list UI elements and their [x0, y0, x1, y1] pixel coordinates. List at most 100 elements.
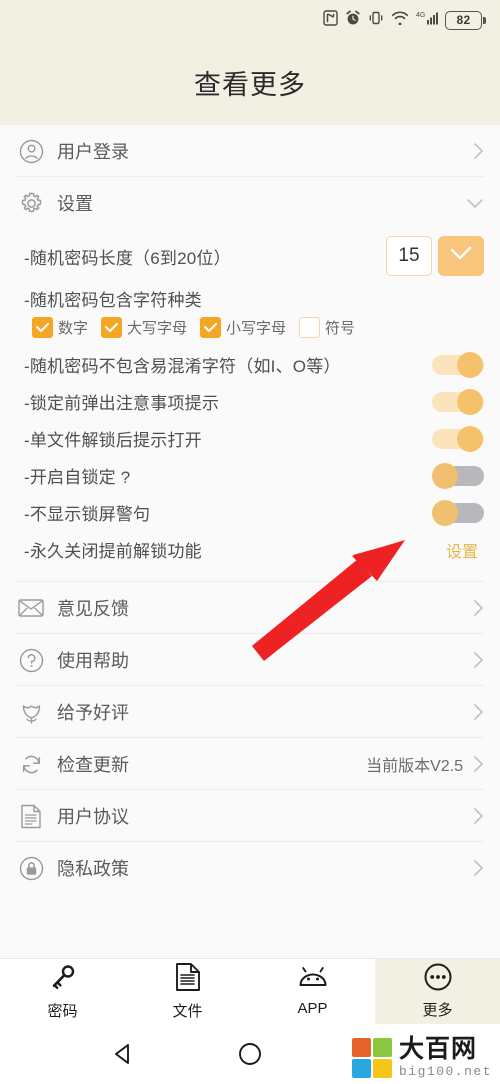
- page-title: 查看更多: [194, 70, 306, 100]
- permanent-disable-action-link[interactable]: 设置: [446, 538, 478, 562]
- nav-tab-more[interactable]: 更多: [375, 959, 500, 1024]
- settings-list: 用户登录 设置 -随机密码长度（6到20位） 15 -随机密码包含字符种类 数字…: [0, 125, 500, 958]
- password-length-label: -随机密码长度（6到20位）: [24, 248, 231, 268]
- watermark-text: 大百网 big100.net: [398, 1035, 492, 1079]
- nav-tab-app[interactable]: APP: [250, 959, 375, 1024]
- group-gap: [0, 568, 500, 575]
- refresh-icon: [16, 749, 46, 779]
- nav-tab-label: 更多: [422, 1002, 453, 1019]
- row-user-agreement[interactable]: 用户协议: [0, 790, 500, 842]
- chevron-right-icon: [473, 755, 484, 773]
- signal-4g-icon: 4G: [416, 10, 438, 31]
- toggle-label: -开启自锁定 ?: [24, 468, 131, 487]
- watermark-title: 大百网: [398, 1035, 477, 1063]
- password-length-confirm-button[interactable]: [438, 236, 484, 276]
- vibrate-icon: [368, 10, 384, 31]
- checkbox-item-uppercase[interactable]: 大写字母: [101, 317, 187, 338]
- row-no-ambiguous-chars: -随机密码不包含易混淆字符（如I、O等）: [0, 346, 500, 383]
- checkbox-box[interactable]: [299, 317, 321, 338]
- checkbox-label: 数字: [58, 320, 89, 337]
- question-circle-icon: [16, 645, 46, 675]
- check-icon: [35, 322, 50, 333]
- home-circle-icon[interactable]: [237, 1041, 263, 1067]
- checkbox-box[interactable]: [200, 317, 222, 338]
- battery-indicator: 82: [445, 10, 486, 30]
- check-icon: [203, 322, 218, 333]
- checkbox-label: 小写字母: [226, 320, 287, 337]
- checkbox-item-symbols[interactable]: 符号: [299, 317, 355, 338]
- mail-icon: [16, 593, 46, 623]
- more-dots-icon: [424, 963, 452, 996]
- nfc-icon: [323, 9, 338, 31]
- password-length-input[interactable]: 15: [386, 236, 432, 276]
- row-user-login[interactable]: 用户登录: [0, 125, 500, 177]
- chevron-right-icon: [473, 703, 484, 721]
- row-prelock-notice: -锁定前弹出注意事项提示: [0, 383, 500, 420]
- title-bar: 查看更多: [0, 40, 500, 125]
- status-bar: 4G 82: [0, 0, 500, 40]
- nav-tab-files[interactable]: 文件: [125, 959, 250, 1024]
- toggle-no-ambiguous-chars[interactable]: [432, 351, 484, 378]
- toggle-auto-lock[interactable]: [432, 462, 484, 489]
- row-label: 用户登录: [57, 142, 129, 162]
- toggle-label: -不显示锁屏警句: [24, 505, 151, 524]
- checkbox-box[interactable]: [32, 317, 53, 338]
- chevron-right-icon: [473, 859, 484, 877]
- row-check-update[interactable]: 检查更新 当前版本V2.5: [0, 738, 500, 790]
- document-icon: [16, 801, 46, 831]
- row-label: 隐私政策: [57, 859, 129, 879]
- settings-label: 设置: [57, 194, 93, 214]
- nav-tab-label: APP: [297, 1000, 328, 1017]
- row-label: 用户协议: [57, 807, 129, 827]
- toggle-label: -锁定前弹出注意事项提示: [24, 394, 220, 413]
- check-icon: [449, 245, 473, 267]
- user-icon: [16, 136, 46, 166]
- chevron-down-icon[interactable]: [466, 197, 484, 209]
- permanent-disable-label: -永久关闭提前解锁功能: [24, 542, 202, 561]
- toggle-label: -随机密码不包含易混淆字符（如I、O等）: [24, 357, 341, 376]
- checkbox-box[interactable]: [101, 317, 123, 338]
- row-auto-lock: -开启自锁定 ?: [0, 457, 500, 494]
- toggle-label: -单文件解锁后提示打开: [24, 431, 202, 450]
- key-icon: [48, 962, 78, 997]
- chevron-right-icon: [473, 142, 484, 160]
- row-rate-app[interactable]: 给予好评: [0, 686, 500, 738]
- lock-circle-icon: [16, 853, 46, 883]
- row-help[interactable]: 使用帮助: [0, 634, 500, 686]
- toggle-prelock-notice[interactable]: [432, 388, 484, 415]
- row-label: 检查更新: [57, 755, 129, 775]
- watermark-logo-icon: [351, 1037, 392, 1078]
- nav-tab-passwords[interactable]: 密码: [0, 959, 125, 1024]
- toggle-hide-lockscreen-quote[interactable]: [432, 499, 484, 526]
- row-open-after-unlock: -单文件解锁后提示打开: [0, 420, 500, 457]
- wifi-icon: [391, 10, 409, 30]
- chevron-right-icon: [473, 651, 484, 669]
- watermark-subtitle: big100.net: [398, 1064, 492, 1079]
- android-icon: [297, 966, 329, 997]
- checkbox-item-digits[interactable]: 数字: [32, 317, 88, 338]
- battery-level: 82: [445, 10, 482, 30]
- svg-text:4G: 4G: [416, 12, 425, 19]
- toggle-open-after-unlock[interactable]: [432, 425, 484, 452]
- gear-icon: [16, 188, 46, 218]
- charset-label: -随机密码包含字符种类: [24, 290, 202, 310]
- check-icon: [104, 322, 119, 333]
- alarm-icon: [345, 10, 361, 31]
- row-label: 意见反馈: [57, 599, 129, 619]
- charset-checkbox-group: 数字 大写字母 小写字母 符号: [0, 313, 500, 346]
- bottom-navigation: 密码 文件 APP 更多: [0, 958, 500, 1024]
- checkbox-label: 符号: [325, 320, 356, 337]
- tulip-icon: [16, 697, 46, 727]
- row-charset-label: -随机密码包含字符种类: [0, 283, 500, 313]
- row-settings-header[interactable]: 设置: [0, 177, 500, 229]
- row-label: 使用帮助: [57, 651, 129, 671]
- row-privacy-policy[interactable]: 隐私政策: [0, 842, 500, 894]
- checkbox-item-lowercase[interactable]: 小写字母: [200, 317, 286, 338]
- back-triangle-icon[interactable]: [110, 1041, 136, 1067]
- row-feedback[interactable]: 意见反馈: [0, 582, 500, 634]
- nav-tab-label: 密码: [47, 1003, 78, 1020]
- row-password-length: -随机密码长度（6到20位） 15: [0, 229, 500, 283]
- chevron-right-icon: [473, 599, 484, 617]
- row-permanent-disable-early-unlock: -永久关闭提前解锁功能 设置: [0, 531, 500, 568]
- row-hide-lockscreen-quote: -不显示锁屏警句: [0, 494, 500, 531]
